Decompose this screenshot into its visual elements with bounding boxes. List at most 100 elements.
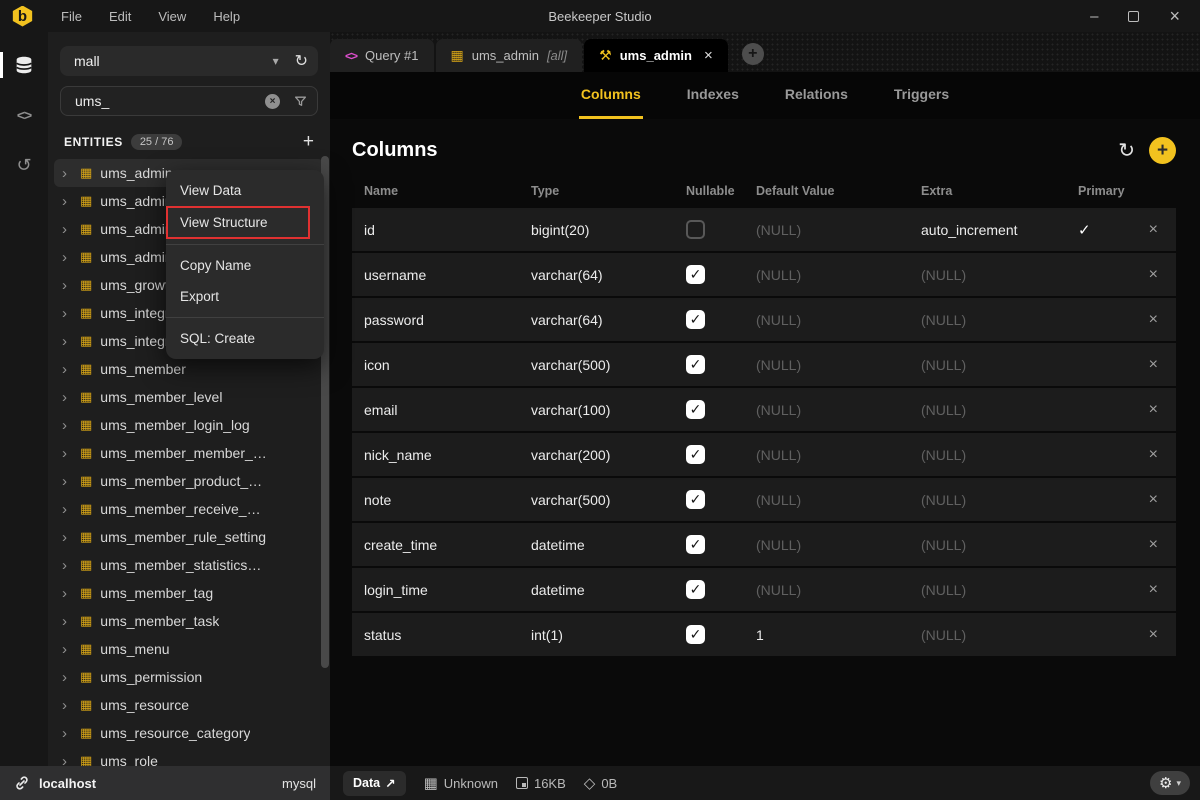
sidebar-item-ums_resource[interactable]: ›▦ums_resource (54, 691, 324, 719)
remove-column-button[interactable]: × (1148, 221, 1176, 239)
chevron-right-icon[interactable]: › (62, 473, 72, 490)
sidebar-item-ums_role[interactable]: ›▦ums_role (54, 747, 324, 766)
chevron-right-icon[interactable]: › (62, 193, 72, 210)
chevron-right-icon[interactable]: › (62, 725, 72, 742)
remove-column-button[interactable]: × (1148, 581, 1176, 599)
settings-button[interactable]: ⚙ ▾ (1150, 771, 1190, 795)
column-row-password[interactable]: passwordvarchar(64)✓(NULL)(NULL)× (352, 298, 1176, 341)
sidebar-item-ums_member_rule_setting[interactable]: ›▦ums_member_rule_setting (54, 523, 324, 551)
context-menu-item-view-data[interactable]: View Data (166, 175, 324, 206)
remove-column-button[interactable]: × (1148, 446, 1176, 464)
tab-query-1[interactable]: <>Query #1 (330, 39, 434, 72)
sidebar-item-ums_member_member_tag_relation[interactable]: ›▦ums_member_member_tag_relation (54, 439, 324, 467)
sidebar-item-ums_member_statistics_info[interactable]: ›▦ums_member_statistics_info (54, 551, 324, 579)
rail-queries-button[interactable]: <> (0, 94, 48, 136)
sidebar-item-ums_member_product_category_relation[interactable]: ›▦ums_member_product_category_relation (54, 467, 324, 495)
sidebar-item-ums_member_task[interactable]: ›▦ums_member_task (54, 607, 324, 635)
menu-edit[interactable]: Edit (109, 9, 131, 24)
context-menu-item-export[interactable]: Export (166, 281, 324, 312)
refresh-columns-button[interactable]: ↻ (1118, 138, 1135, 163)
menu-file[interactable]: File (61, 9, 82, 24)
column-row-status[interactable]: statusint(1)✓1(NULL)× (352, 613, 1176, 656)
sidebar-item-ums_member_login_log[interactable]: ›▦ums_member_login_log (54, 411, 324, 439)
add-entity-button[interactable]: + (303, 132, 314, 151)
clear-filter-button[interactable]: × (265, 94, 280, 109)
remove-column-button[interactable]: × (1148, 491, 1176, 509)
chevron-right-icon[interactable]: › (62, 753, 72, 767)
nullable-checkbox[interactable] (686, 220, 705, 239)
menu-help[interactable]: Help (213, 9, 240, 24)
chevron-right-icon[interactable]: › (62, 277, 72, 294)
remove-column-button[interactable]: × (1148, 266, 1176, 284)
chevron-right-icon[interactable]: › (62, 557, 72, 574)
chevron-right-icon[interactable]: › (62, 389, 72, 406)
chevron-right-icon[interactable]: › (62, 529, 72, 546)
sidebar-item-ums_menu[interactable]: ›▦ums_menu (54, 635, 324, 663)
column-row-create_time[interactable]: create_timedatetime✓(NULL)(NULL)× (352, 523, 1176, 566)
nullable-checkbox[interactable]: ✓ (686, 355, 705, 374)
column-row-username[interactable]: usernamevarchar(64)✓(NULL)(NULL)× (352, 253, 1176, 296)
minimize-button[interactable]: – (1090, 9, 1098, 24)
rail-history-button[interactable]: ↺ (0, 144, 48, 186)
chevron-right-icon[interactable]: › (62, 305, 72, 322)
tab-columns[interactable]: Columns (579, 72, 643, 119)
sidebar-item-ums_resource_category[interactable]: ›▦ums_resource_category (54, 719, 324, 747)
sidebar-item-ums_member_tag[interactable]: ›▦ums_member_tag (54, 579, 324, 607)
chevron-right-icon[interactable]: › (62, 249, 72, 266)
nullable-checkbox[interactable]: ✓ (686, 535, 705, 554)
sidebar-item-ums_permission[interactable]: ›▦ums_permission (54, 663, 324, 691)
remove-column-button[interactable]: × (1148, 311, 1176, 329)
chevron-right-icon[interactable]: › (62, 361, 72, 378)
tab-ums-admin[interactable]: ▦ums_admin[all] (436, 39, 583, 72)
column-row-note[interactable]: notevarchar(500)✓(NULL)(NULL)× (352, 478, 1176, 521)
column-row-icon[interactable]: iconvarchar(500)✓(NULL)(NULL)× (352, 343, 1176, 386)
chevron-right-icon[interactable]: › (62, 585, 72, 602)
sidebar-item-ums_member_receive_address[interactable]: ›▦ums_member_receive_address (54, 495, 324, 523)
nullable-checkbox[interactable]: ✓ (686, 265, 705, 284)
remove-column-button[interactable]: × (1148, 536, 1176, 554)
nullable-checkbox[interactable]: ✓ (686, 310, 705, 329)
close-tab-button[interactable]: × (704, 47, 713, 64)
nullable-checkbox[interactable]: ✓ (686, 445, 705, 464)
remove-column-button[interactable]: × (1148, 401, 1176, 419)
chevron-right-icon[interactable]: › (62, 613, 72, 630)
column-row-email[interactable]: emailvarchar(100)✓(NULL)(NULL)× (352, 388, 1176, 431)
chevron-right-icon[interactable]: › (62, 165, 72, 182)
new-tab-button[interactable]: + (742, 43, 764, 65)
rail-connections-button[interactable] (0, 44, 48, 86)
nullable-checkbox[interactable]: ✓ (686, 490, 705, 509)
refresh-database-button[interactable]: ↻ (295, 51, 308, 71)
sidebar-item-ums_member[interactable]: ›▦ums_member (54, 355, 324, 383)
nullable-checkbox[interactable]: ✓ (686, 580, 705, 599)
chevron-right-icon[interactable]: › (62, 697, 72, 714)
chevron-right-icon[interactable]: › (62, 669, 72, 686)
tab-relations[interactable]: Relations (783, 72, 850, 119)
tab-indexes[interactable]: Indexes (685, 72, 741, 119)
menu-view[interactable]: View (158, 9, 186, 24)
nullable-checkbox[interactable]: ✓ (686, 400, 705, 419)
context-menu-item-sql-create[interactable]: SQL: Create (166, 323, 324, 354)
chevron-right-icon[interactable]: › (62, 221, 72, 238)
chevron-right-icon[interactable]: › (62, 445, 72, 462)
data-link-button[interactable]: Data ↗ (343, 771, 406, 796)
context-menu-item-view-structure[interactable]: View Structure (166, 206, 310, 239)
add-column-button[interactable]: + (1149, 137, 1176, 164)
context-menu-item-copy-name[interactable]: Copy Name (166, 250, 324, 281)
tab-triggers[interactable]: Triggers (892, 72, 951, 119)
column-row-id[interactable]: idbigint(20)(NULL)auto_increment✓× (352, 208, 1176, 251)
column-row-nick_name[interactable]: nick_namevarchar(200)✓(NULL)(NULL)× (352, 433, 1176, 476)
close-button[interactable]: × (1169, 7, 1180, 25)
chevron-right-icon[interactable]: › (62, 501, 72, 518)
maximize-button[interactable] (1128, 11, 1139, 22)
chevron-right-icon[interactable]: › (62, 641, 72, 658)
sidebar-item-ums_member_level[interactable]: ›▦ums_member_level (54, 383, 324, 411)
column-row-login_time[interactable]: login_timedatetime✓(NULL)(NULL)× (352, 568, 1176, 611)
filter-icon[interactable] (294, 95, 307, 108)
tab-ums-admin[interactable]: ⚒ums_admin× (584, 39, 728, 72)
database-select[interactable]: mall ▾ ↻ (60, 46, 318, 76)
table-filter-input[interactable] (75, 93, 265, 109)
remove-column-button[interactable]: × (1148, 356, 1176, 374)
chevron-right-icon[interactable]: › (62, 417, 72, 434)
nullable-checkbox[interactable]: ✓ (686, 625, 705, 644)
connection-status[interactable]: localhost mysql (0, 766, 330, 800)
